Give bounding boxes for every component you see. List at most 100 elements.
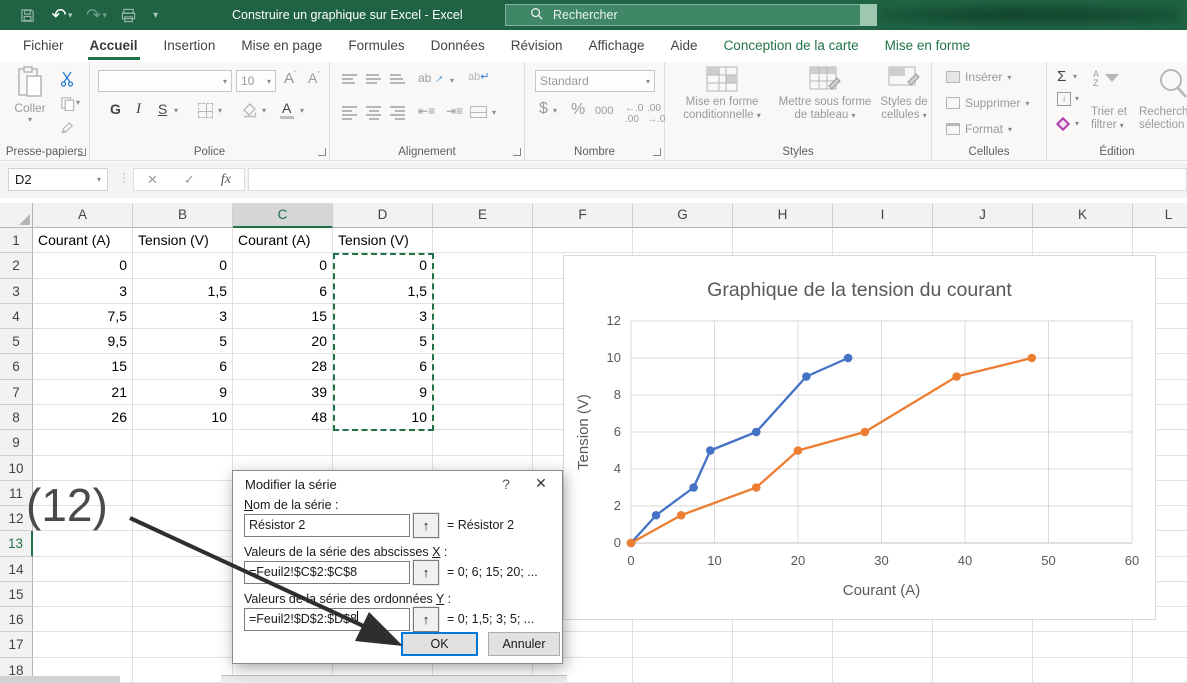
column-header-L[interactable]: L	[1133, 203, 1187, 228]
formula-bar-grip[interactable]: ⋮	[118, 171, 131, 185]
tab-mise-en-page[interactable]: Mise en page	[228, 32, 335, 62]
find-select-button[interactable]: Recherchsélection	[1139, 106, 1187, 132]
print-icon[interactable]	[115, 2, 141, 28]
cell-D5[interactable]: 5	[333, 329, 433, 354]
cell-A16[interactable]	[33, 607, 133, 632]
autosum-button[interactable]: Σ	[1057, 68, 1066, 85]
cell-A8[interactable]: 26	[33, 405, 133, 430]
tab-aide[interactable]: Aide	[658, 32, 711, 62]
number-dialog-launcher[interactable]	[653, 148, 661, 156]
cell-E3[interactable]	[433, 279, 533, 304]
sort-filter-button[interactable]: Trier etfiltrer ▾	[1091, 106, 1127, 132]
insert-function-icon[interactable]: fx	[221, 172, 231, 188]
row-header-6[interactable]: 6	[0, 354, 33, 379]
cell-B15[interactable]	[133, 582, 233, 607]
merge-caret-icon[interactable]: ▾	[492, 108, 496, 117]
row-header-14[interactable]: 14	[0, 557, 33, 582]
cell-A6[interactable]: 15	[33, 354, 133, 379]
column-header-J[interactable]: J	[933, 203, 1033, 228]
cell-B16[interactable]	[133, 607, 233, 632]
align-left-icon[interactable]	[342, 104, 357, 122]
font-dialog-launcher[interactable]	[318, 148, 326, 156]
cell-L17[interactable]	[1133, 632, 1187, 657]
row-header-8[interactable]: 8	[0, 405, 33, 430]
format-painter-button[interactable]	[58, 118, 76, 136]
cell-E4[interactable]	[433, 304, 533, 329]
cell-A9[interactable]	[33, 430, 133, 455]
cell-C2[interactable]: 0	[233, 253, 333, 278]
column-header-D[interactable]: D	[333, 203, 433, 228]
cell-C1[interactable]: Courant (A)	[233, 228, 333, 253]
row-header-3[interactable]: 3	[0, 279, 33, 304]
shrink-font-button[interactable]: Aˇ	[308, 70, 320, 86]
cell-G18[interactable]	[633, 658, 733, 683]
tab-formules[interactable]: Formules	[335, 32, 417, 62]
cell-D7[interactable]: 9	[333, 380, 433, 405]
cell-A1[interactable]: Courant (A)	[33, 228, 133, 253]
x-values-range-picker[interactable]: ↑	[413, 560, 439, 585]
row-header-9[interactable]: 9	[0, 430, 33, 455]
thousands-button[interactable]: 000	[595, 105, 613, 117]
find-select-icon[interactable]	[1155, 66, 1187, 105]
autosum-caret-icon[interactable]: ▾	[1073, 72, 1077, 81]
cell-C8[interactable]: 48	[233, 405, 333, 430]
cell-I17[interactable]	[833, 632, 933, 657]
orientation-caret-icon[interactable]: ▾	[450, 76, 454, 85]
font-color-caret-icon[interactable]: ▾	[300, 106, 304, 115]
row-header-10[interactable]: 10	[0, 456, 33, 481]
cell-B7[interactable]: 9	[133, 380, 233, 405]
cell-B18[interactable]	[133, 658, 233, 683]
column-header-I[interactable]: I	[833, 203, 933, 228]
cell-B14[interactable]	[133, 557, 233, 582]
currency-button[interactable]: $	[539, 100, 548, 118]
currency-caret-icon[interactable]: ▾	[553, 106, 557, 115]
cell-I18[interactable]	[833, 658, 933, 683]
cell-C3[interactable]: 6	[233, 279, 333, 304]
name-box-caret-icon[interactable]: ▾	[97, 175, 101, 184]
cell-H17[interactable]	[733, 632, 833, 657]
column-header-H[interactable]: H	[733, 203, 833, 228]
cell-D6[interactable]: 6	[333, 354, 433, 379]
row-header-7[interactable]: 7	[0, 380, 33, 405]
cell-B6[interactable]: 6	[133, 354, 233, 379]
cell-E2[interactable]	[433, 253, 533, 278]
row-header-17[interactable]: 17	[0, 632, 33, 657]
cell-B17[interactable]	[133, 632, 233, 657]
cell-E6[interactable]	[433, 354, 533, 379]
cell-A14[interactable]	[33, 557, 133, 582]
cell-F1[interactable]	[533, 228, 633, 253]
cell-B3[interactable]: 1,5	[133, 279, 233, 304]
cell-L18[interactable]	[1133, 658, 1187, 683]
y-values-range-picker[interactable]: ↑	[413, 607, 439, 632]
cell-E9[interactable]	[433, 430, 533, 455]
cell-C7[interactable]: 39	[233, 380, 333, 405]
formula-input[interactable]	[248, 168, 1187, 191]
cell-A3[interactable]: 3	[33, 279, 133, 304]
cell-A13[interactable]	[33, 531, 133, 556]
name-box[interactable]: D2 ▾	[8, 168, 108, 191]
cell-B5[interactable]: 5	[133, 329, 233, 354]
row-header-4[interactable]: 4	[0, 304, 33, 329]
cut-button[interactable]	[58, 70, 76, 88]
cancel-button[interactable]: Annuler	[488, 632, 560, 656]
cell-D4[interactable]: 3	[333, 304, 433, 329]
enter-entry-icon[interactable]: ✓	[184, 172, 195, 188]
format-cells-button[interactable]: Format▾	[946, 122, 1012, 136]
cell-C4[interactable]: 15	[233, 304, 333, 329]
delete-cells-button[interactable]: Supprimer▾	[946, 96, 1029, 110]
paste-button[interactable]: Coller ▾	[6, 66, 54, 124]
cell-K17[interactable]	[1033, 632, 1133, 657]
grow-font-button[interactable]: Aˆ	[284, 70, 297, 87]
clear-icon[interactable]	[1056, 117, 1070, 131]
save-icon[interactable]	[14, 2, 40, 28]
undo-caret-icon[interactable]: ▾	[68, 10, 73, 21]
borders-button[interactable]	[198, 103, 213, 118]
alignment-dialog-launcher[interactable]	[513, 148, 521, 156]
tab-donnees[interactable]: Données	[418, 32, 498, 62]
column-header-K[interactable]: K	[1033, 203, 1133, 228]
cell-E1[interactable]	[433, 228, 533, 253]
row-header-5[interactable]: 5	[0, 329, 33, 354]
decrease-indent-icon[interactable]: ⇤≡	[418, 104, 435, 118]
underline-button[interactable]: S	[158, 101, 167, 117]
cell-E8[interactable]	[433, 405, 533, 430]
